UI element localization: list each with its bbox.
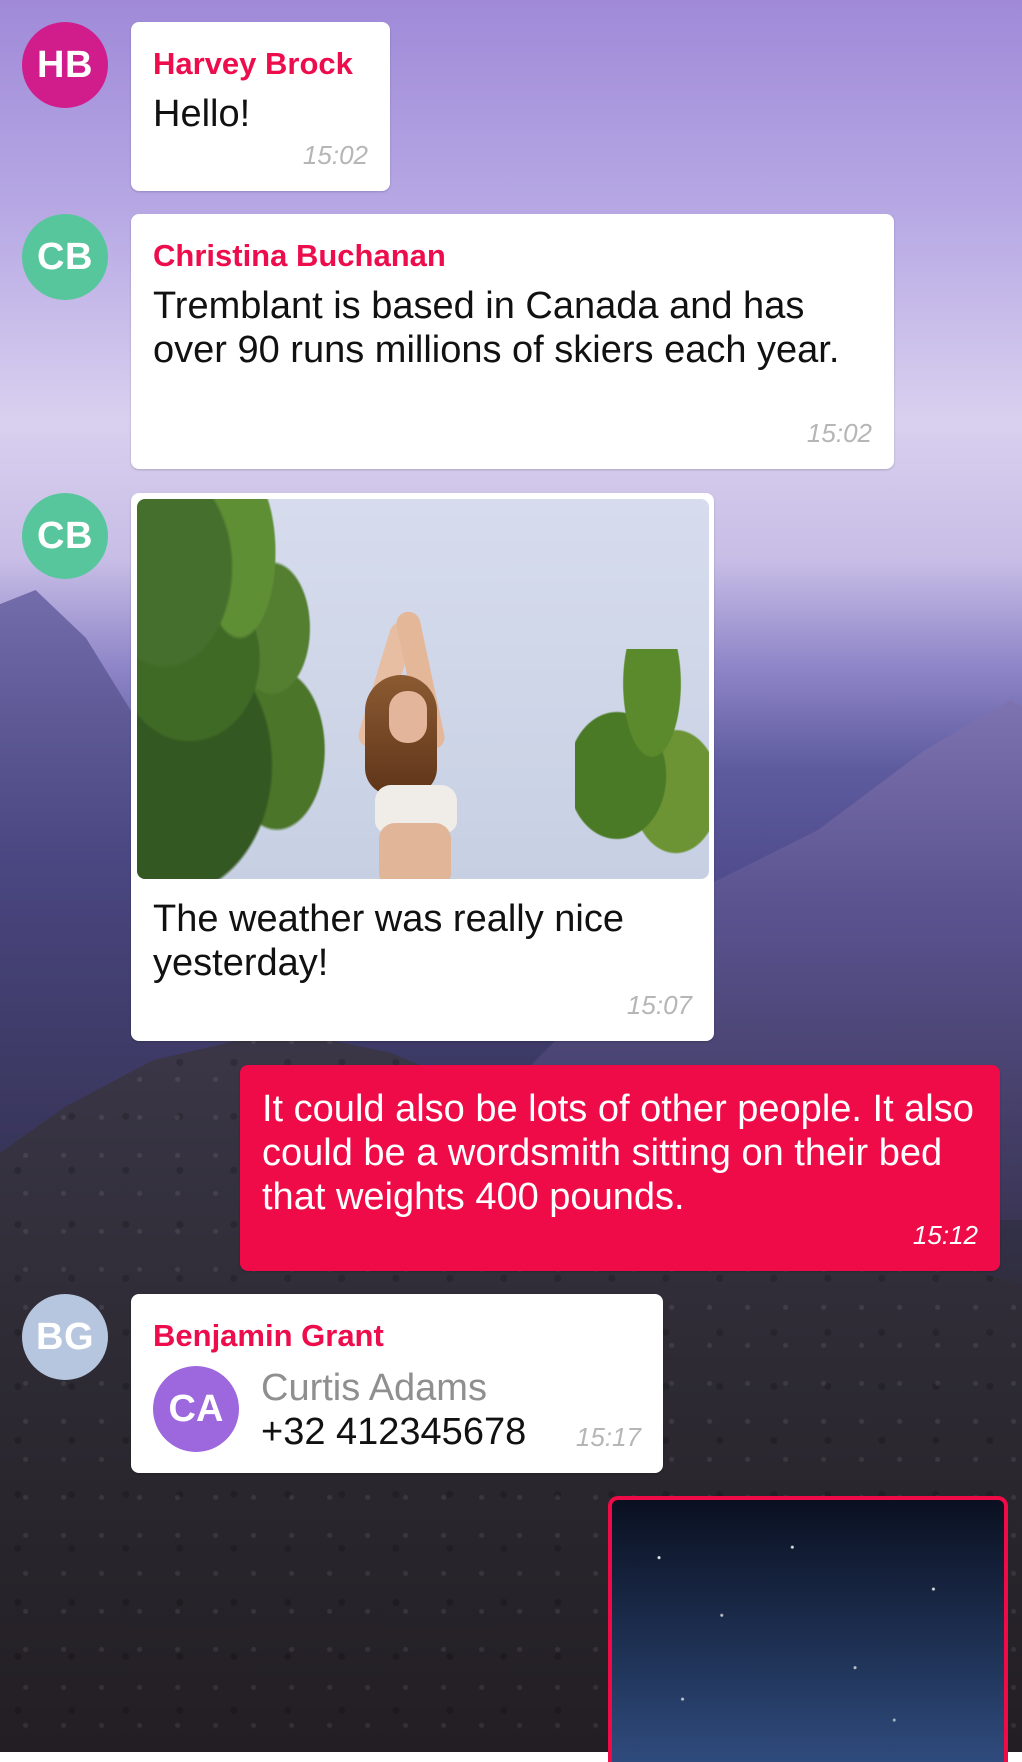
sender-name[interactable]: Benjamin Grant bbox=[153, 1318, 384, 1354]
starry-night-photo-attachment[interactable] bbox=[608, 1496, 1008, 1762]
message-benjamin-grant-contact: BG Benjamin Grant CA Curtis Adams +32 41… bbox=[0, 0, 1022, 1480]
avatar-benjamin-grant[interactable]: BG bbox=[22, 1294, 108, 1380]
message-timestamp: 15:17 bbox=[575, 1422, 641, 1452]
contact-message-bubble[interactable]: Benjamin Grant CA Curtis Adams +32 41234… bbox=[131, 1294, 663, 1473]
contact-name[interactable]: Curtis Adams bbox=[261, 1366, 487, 1410]
contact-phone[interactable]: +32 412345678 bbox=[261, 1410, 526, 1454]
contact-avatar[interactable]: CA bbox=[153, 1366, 239, 1452]
